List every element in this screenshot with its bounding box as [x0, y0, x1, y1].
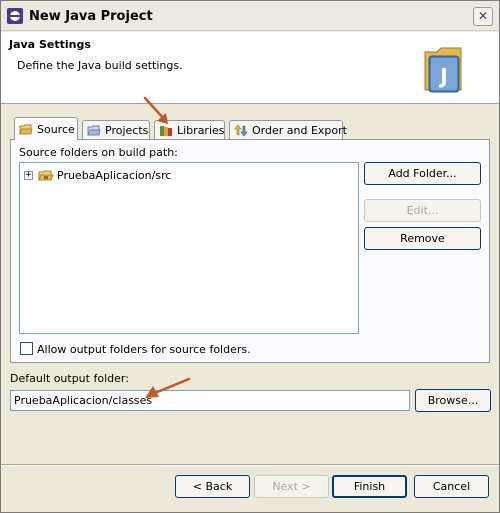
tab-source-label: Source [37, 122, 75, 136]
close-button[interactable]: ✕ [473, 7, 493, 26]
add-folder-button[interactable]: Add Folder... [364, 162, 481, 185]
title-bar[interactable]: New Java Project ✕ [1, 1, 499, 31]
browse-button[interactable]: Browse... [415, 389, 491, 412]
java-logo-letter: J [438, 64, 447, 88]
remove-button[interactable]: Remove [364, 227, 481, 250]
page-description: Define the Java build settings. [17, 59, 183, 72]
finish-button[interactable]: Finish [332, 475, 407, 498]
tab-source[interactable]: Source [14, 117, 78, 140]
window-title: New Java Project [29, 9, 153, 24]
java-project-icon: J [424, 47, 462, 93]
tab-order-and-export[interactable]: Order and Export [229, 120, 347, 140]
edit-button[interactable]: Edit... [364, 199, 481, 222]
default-output-folder-input[interactable]: PruebaAplicacion/classes [10, 390, 410, 411]
tab-projects[interactable]: Projects [82, 120, 150, 140]
tab-libraries[interactable]: Libraries [154, 120, 225, 140]
order-export-icon [234, 124, 248, 137]
tree-item-label: PruebaAplicacion/src [57, 169, 172, 182]
tab-projects-label: Projects [105, 124, 149, 137]
page-title: Java Settings [9, 38, 91, 51]
source-folder-icon [19, 124, 33, 134]
tree-item[interactable]: + PruebaAplicacion/src [24, 167, 171, 184]
new-java-project-dialog: New Java Project ✕ Java Settings Define … [0, 0, 500, 513]
source-tab-panel: Source folders on build path: + PruebaAp… [10, 139, 490, 363]
source-folders-tree[interactable]: + PruebaAplicacion/src [19, 162, 359, 334]
next-button[interactable]: Next > [254, 475, 329, 498]
tab-libraries-label: Libraries [177, 124, 225, 137]
libraries-icon [160, 126, 172, 136]
default-output-folder-label: Default output folder: [10, 372, 129, 385]
allow-output-folders-label: Allow output folders for source folders. [37, 343, 251, 356]
footer-separator [1, 464, 499, 466]
back-button[interactable]: < Back [175, 475, 250, 498]
tab-order-and-export-label: Order and Export [252, 124, 347, 137]
tree-expander-plus-icon[interactable]: + [24, 171, 33, 180]
eclipse-app-icon [7, 8, 23, 24]
cancel-button[interactable]: Cancel [414, 475, 489, 498]
package-folder-icon [38, 170, 54, 181]
source-folders-label: Source folders on build path: [19, 146, 178, 159]
allow-output-folders-checkbox[interactable] [20, 342, 33, 355]
projects-folder-icon [87, 125, 101, 136]
wizard-header: Java Settings Define the Java build sett… [1, 32, 499, 104]
